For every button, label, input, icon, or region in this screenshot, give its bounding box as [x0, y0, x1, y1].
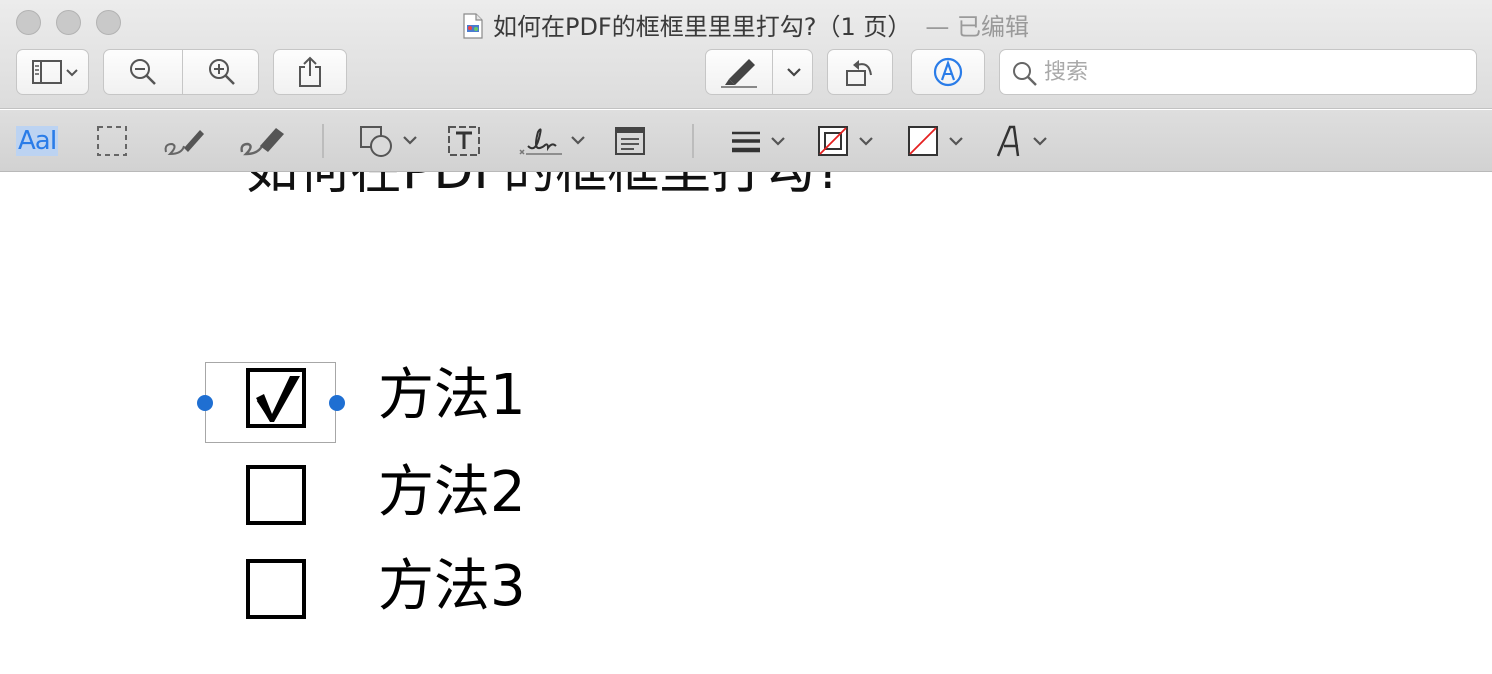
checkmark-icon	[256, 376, 300, 422]
selection-handle-left[interactable]	[197, 395, 213, 411]
share-icon	[296, 56, 324, 88]
chevron-down-icon	[786, 66, 802, 78]
rectangular-selection-tool[interactable]	[96, 124, 128, 158]
line-style-icon	[732, 131, 785, 153]
sign-tool[interactable]	[514, 124, 590, 158]
rotate-button[interactable]	[827, 49, 893, 95]
sidebar-icon	[27, 57, 79, 87]
zoom-control	[103, 49, 259, 95]
sketch-tool[interactable]	[162, 124, 208, 158]
search-field[interactable]	[999, 49, 1477, 95]
signature-icon	[519, 128, 585, 155]
border-color-tool[interactable]	[816, 124, 878, 158]
sketch-icon	[164, 130, 204, 156]
markup-icon	[932, 56, 964, 88]
rotate-icon	[843, 55, 877, 89]
pdf-document-icon	[463, 13, 483, 39]
option-3-label: 方法3	[378, 554, 526, 619]
search-input[interactable]	[1044, 56, 1464, 88]
note-icon	[615, 127, 645, 155]
zoom-out-button[interactable]	[104, 50, 182, 94]
rectangular-selection-icon	[97, 126, 127, 156]
title-bar: 如何在PDF的框框里里里打勾?（1 页） — 已编辑	[0, 0, 1492, 109]
shapes-tool[interactable]	[358, 124, 420, 158]
text-style-tool[interactable]	[996, 124, 1052, 158]
edited-status: — 已编辑	[925, 13, 1030, 41]
markup-toolbar-button[interactable]	[911, 49, 985, 95]
zoom-in-button[interactable]	[183, 50, 260, 94]
document-title: 如何在PDF的框框里里里打勾?（1 页）	[492, 13, 912, 41]
fill-color-icon	[908, 126, 963, 156]
checkbox-option-3[interactable]	[246, 559, 306, 619]
selection-handle-right[interactable]	[329, 395, 345, 411]
preview-window: 如何在PDF的框框里里里打勾?（1 页） — 已编辑 搜索 AaI 方法1 方法…	[0, 0, 1492, 674]
highlight-button[interactable]	[706, 50, 772, 94]
share-button[interactable]	[273, 49, 347, 95]
shapes-icon	[360, 126, 417, 157]
fill-color-tool[interactable]	[906, 124, 968, 158]
highlighter-icon	[719, 55, 759, 89]
text-selection-tool[interactable]: AaI	[16, 124, 59, 158]
sidebar-button[interactable]	[16, 49, 89, 95]
option-1-label: 方法1	[378, 363, 526, 428]
zoom-in-icon	[207, 57, 237, 87]
border-color-icon	[818, 126, 873, 156]
draw-icon	[240, 128, 284, 156]
draw-tool[interactable]	[238, 124, 286, 158]
pdf-page: 如何在PDF的框框里打勾? 方法1 方法2 方法3	[0, 172, 1492, 674]
text-box-tool[interactable]	[446, 124, 482, 158]
zoom-out-icon	[128, 57, 158, 87]
search-icon	[1013, 62, 1037, 86]
text-selection-label: AaI	[16, 126, 59, 156]
note-tool[interactable]	[614, 124, 646, 158]
document-heading: 如何在PDF的框框里打勾?	[246, 172, 843, 203]
text-style-icon	[996, 125, 1047, 157]
text-box-icon	[448, 126, 480, 156]
checkbox-option-2[interactable]	[246, 465, 306, 525]
window-title: 如何在PDF的框框里里里打勾?（1 页） — 已编辑	[0, 7, 1492, 42]
shape-style-tool[interactable]	[730, 124, 790, 158]
highlight-options-button[interactable]	[773, 50, 814, 94]
option-2-label: 方法2	[378, 460, 526, 525]
highlight-control	[705, 49, 813, 95]
markup-toolbar: AaI	[0, 110, 1492, 172]
checkbox-option-1[interactable]	[246, 368, 306, 428]
